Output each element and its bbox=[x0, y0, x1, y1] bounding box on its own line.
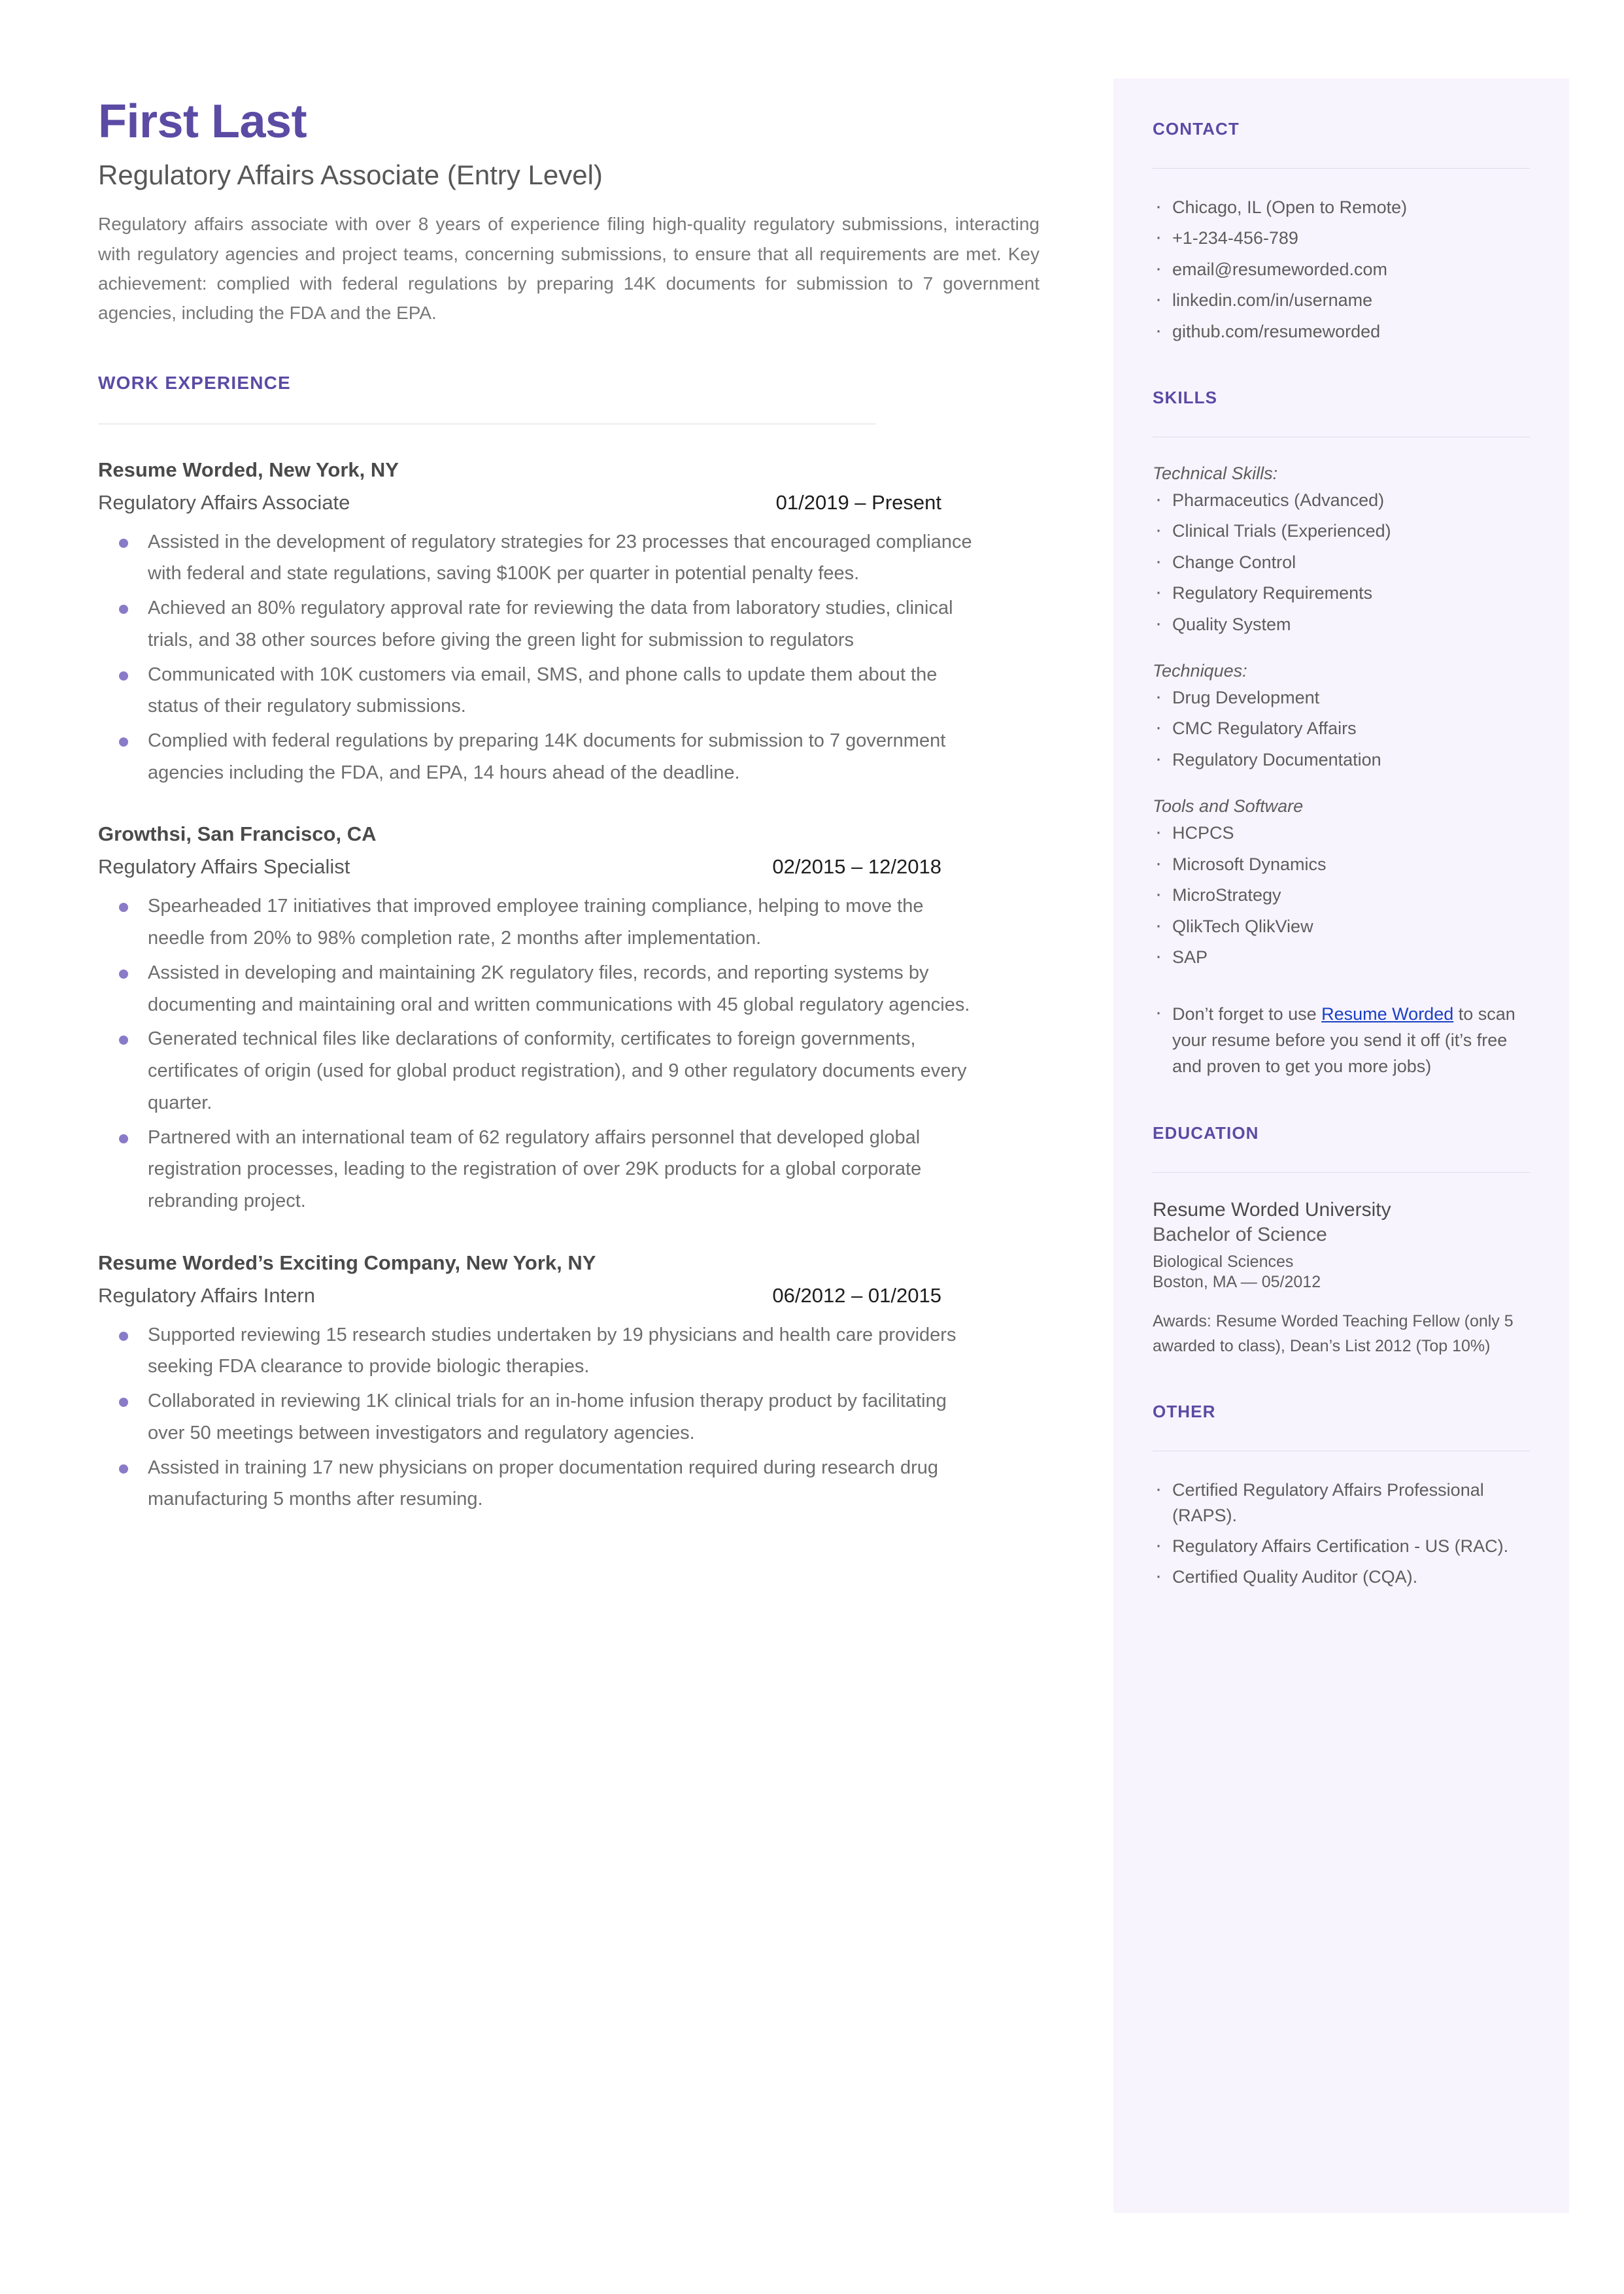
skill-item: QlikTech QlikView bbox=[1153, 911, 1530, 939]
job-company: Growthsi, San Francisco, CA bbox=[98, 822, 377, 846]
skills-group-label: Techniques: bbox=[1153, 661, 1247, 681]
candidate-name: First Last bbox=[98, 95, 307, 148]
resume-worded-link[interactable]: Resume Worded bbox=[1321, 1004, 1453, 1024]
other-item: Certified Regulatory Affairs Professiona… bbox=[1153, 1475, 1530, 1528]
sidebar-divider bbox=[1153, 1172, 1530, 1173]
experience-entry: Growthsi, San Francisco, CA Regulatory A… bbox=[98, 822, 1046, 1217]
skills-group-label: Technical Skills: bbox=[1153, 464, 1278, 484]
skill-item: HCPCS bbox=[1153, 818, 1530, 847]
skill-item: Pharmaceutics (Advanced) bbox=[1153, 485, 1530, 514]
job-dates: 06/2012 – 01/2015 bbox=[772, 1283, 941, 1307]
education-degree: Bachelor of Science bbox=[1153, 1224, 1327, 1246]
job-bullet: Assisted in training 17 new physicians o… bbox=[98, 1452, 974, 1515]
job-bullet: Spearheaded 17 initiatives that improved… bbox=[98, 890, 974, 954]
skills-heading: SKILLS bbox=[1153, 388, 1218, 408]
other-item: Certified Quality Auditor (CQA). bbox=[1153, 1562, 1530, 1591]
main-column: First Last Regulatory Affairs Associate … bbox=[98, 98, 1046, 1518]
candidate-title: Regulatory Affairs Associate (Entry Leve… bbox=[98, 160, 603, 190]
job-bullet: Partnered with an international team of … bbox=[98, 1122, 974, 1217]
job-title-row: Regulatory Affairs Specialist 02/2015 – … bbox=[98, 855, 941, 879]
job-bullet: Supported reviewing 15 research studies … bbox=[98, 1319, 974, 1383]
skill-item: Clinical Trials (Experienced) bbox=[1153, 516, 1530, 545]
skill-item: Drug Development bbox=[1153, 683, 1530, 711]
education-location-date: Boston, MA — 05/2012 bbox=[1153, 1273, 1321, 1292]
skills-group-list: Drug Development CMC Regulatory Affairs … bbox=[1153, 683, 1530, 773]
job-company: Resume Worded, New York, NY bbox=[98, 458, 399, 481]
job-role: Regulatory Affairs Associate bbox=[98, 490, 350, 514]
contact-item-linkedin[interactable]: linkedin.com/in/username bbox=[1153, 285, 1530, 314]
job-role: Regulatory Affairs Specialist bbox=[98, 855, 350, 879]
skills-group-list: Pharmaceutics (Advanced) Clinical Trials… bbox=[1153, 485, 1530, 638]
job-bullet: Generated technical files like declarati… bbox=[98, 1023, 974, 1119]
skill-item: MicroStrategy bbox=[1153, 880, 1530, 909]
job-bullet-list: Assisted in the development of regulator… bbox=[98, 526, 974, 789]
job-bullet: Complied with federal regulations by pre… bbox=[98, 725, 974, 788]
skill-item: Quality System bbox=[1153, 609, 1530, 638]
sidebar: CONTACT Chicago, IL (Open to Remote) +1-… bbox=[1113, 78, 1569, 2213]
skills-group-list: HCPCS Microsoft Dynamics MicroStrategy Q… bbox=[1153, 818, 1530, 971]
sidebar-divider bbox=[1153, 168, 1530, 169]
job-bullet: Achieved an 80% regulatory approval rate… bbox=[98, 592, 974, 656]
education-heading: EDUCATION bbox=[1153, 1123, 1259, 1143]
job-title-row: Regulatory Affairs Associate 01/2019 – P… bbox=[98, 491, 941, 514]
job-title-row: Regulatory Affairs Intern 06/2012 – 01/2… bbox=[98, 1284, 941, 1307]
other-list: Certified Regulatory Affairs Professiona… bbox=[1153, 1475, 1530, 1591]
job-bullet: Collaborated in reviewing 1K clinical tr… bbox=[98, 1385, 974, 1449]
contact-item-github[interactable]: github.com/resumeworded bbox=[1153, 316, 1530, 345]
skill-item: Regulatory Documentation bbox=[1153, 745, 1530, 773]
job-dates: 01/2019 – Present bbox=[775, 490, 941, 514]
contact-list: Chicago, IL (Open to Remote) +1-234-456-… bbox=[1153, 192, 1530, 345]
skill-item: Regulatory Requirements bbox=[1153, 578, 1530, 607]
job-bullet-list: Spearheaded 17 initiatives that improved… bbox=[98, 890, 974, 1217]
resume-page: First Last Regulatory Affairs Associate … bbox=[0, 0, 1624, 2294]
education-awards: Awards: Resume Worded Teaching Fellow (o… bbox=[1153, 1312, 1514, 1356]
skill-item: Microsoft Dynamics bbox=[1153, 849, 1530, 878]
contact-item-email[interactable]: email@resumeworded.com bbox=[1153, 254, 1530, 283]
job-role: Regulatory Affairs Intern bbox=[98, 1283, 315, 1307]
contact-heading: CONTACT bbox=[1153, 119, 1240, 139]
skill-item: SAP bbox=[1153, 942, 1530, 971]
work-experience-heading: WORK EXPERIENCE bbox=[98, 372, 291, 393]
other-item: Regulatory Affairs Certification - US (R… bbox=[1153, 1531, 1530, 1560]
skills-group-label: Tools and Software bbox=[1153, 796, 1304, 817]
skill-item: Change Control bbox=[1153, 547, 1530, 576]
job-bullet: Assisted in developing and maintaining 2… bbox=[98, 957, 974, 1020]
promo-text-before: Don’t forget to use bbox=[1172, 1004, 1322, 1024]
other-heading: OTHER bbox=[1153, 1402, 1216, 1422]
experience-entry: Resume Worded’s Exciting Company, New Yo… bbox=[98, 1251, 1046, 1515]
skill-item: CMC Regulatory Affairs bbox=[1153, 713, 1530, 742]
professional-summary: Regulatory affairs associate with over 8… bbox=[98, 214, 1040, 324]
job-bullet: Assisted in the development of regulator… bbox=[98, 526, 974, 590]
education-field: Biological Sciences bbox=[1153, 1253, 1294, 1272]
contact-item-location: Chicago, IL (Open to Remote) bbox=[1153, 192, 1530, 221]
job-dates: 02/2015 – 12/2018 bbox=[772, 855, 941, 879]
job-bullet-list: Supported reviewing 15 research studies … bbox=[98, 1319, 974, 1515]
job-company: Resume Worded’s Exciting Company, New Yo… bbox=[98, 1251, 596, 1274]
job-bullet: Communicated with 10K customers via emai… bbox=[98, 659, 974, 722]
contact-item-phone: +1-234-456-789 bbox=[1153, 223, 1530, 252]
experience-entry: Resume Worded, New York, NY Regulatory A… bbox=[98, 458, 1046, 789]
education-school: Resume Worded University bbox=[1153, 1199, 1391, 1221]
promo-note: Don’t forget to use Resume Worded to sca… bbox=[1153, 998, 1530, 1080]
